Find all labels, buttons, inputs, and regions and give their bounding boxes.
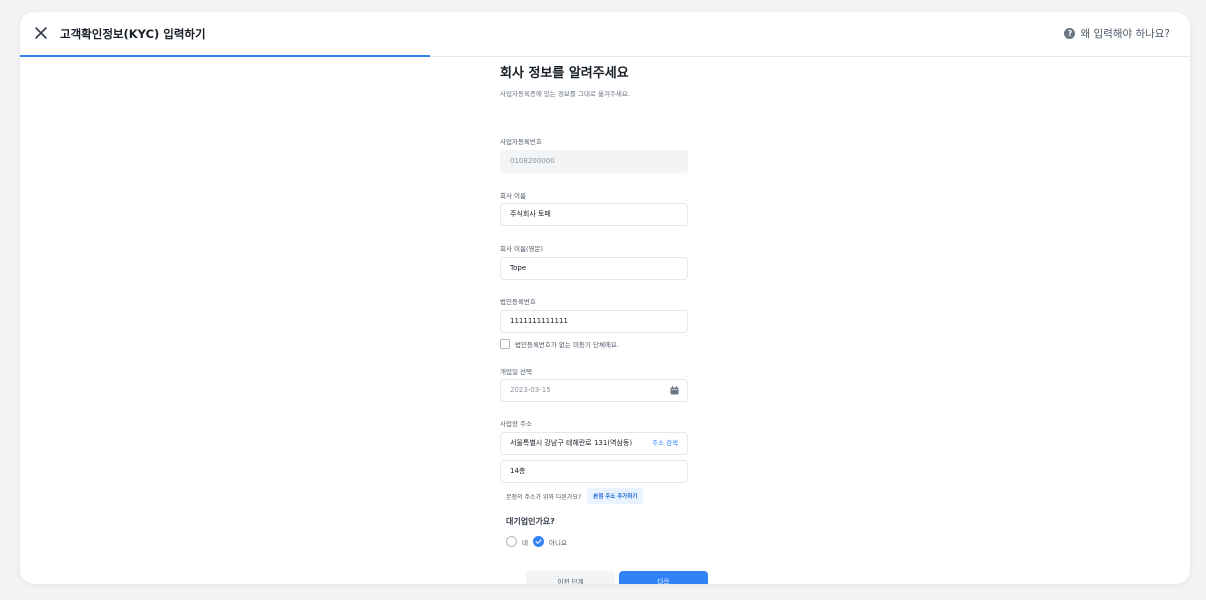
hq-question: 본점의 주소가 위와 다른가요?: [506, 493, 582, 501]
kyc-window: 고객확인정보(KYC) 입력하기 ? 왜 입력해야 하나요? 회사 정보를 알려…: [20, 12, 1190, 584]
progress-bar: [20, 55, 1190, 57]
large-company-options: 네 아니요: [506, 536, 567, 547]
no-corp-number-checkbox[interactable]: [500, 339, 510, 349]
radio-no[interactable]: [532, 536, 544, 547]
radio-no-label[interactable]: 아니요: [549, 537, 567, 547]
open-date-label: 개업일 선택: [500, 368, 532, 376]
help-link[interactable]: ? 왜 입력해야 하나요?: [1064, 26, 1170, 41]
progress-fill: [20, 55, 430, 57]
header-title: 고객확인정보(KYC) 입력하기: [60, 27, 206, 41]
hq-address-row: 본점의 주소가 위와 다른가요? 본점 주소 추가하기: [506, 488, 644, 504]
address-field[interactable]: 서울특별시 강남구 테헤란로 131(역삼동) 주소 검색: [500, 432, 688, 455]
company-name-en-field[interactable]: Tope: [500, 257, 688, 280]
business-number-field: 0108200000: [500, 150, 688, 173]
prev-step-button[interactable]: 이전 단계: [526, 571, 615, 584]
question-icon: ?: [1064, 28, 1076, 39]
company-name-field[interactable]: 주식회사 토페: [500, 203, 688, 226]
address-label: 사업장 주소: [500, 420, 532, 428]
no-corp-number-row[interactable]: 법인등록번호가 없는 미등기 단체에요.: [500, 339, 619, 349]
header: 고객확인정보(KYC) 입력하기 ? 왜 입력해야 하나요?: [20, 12, 1190, 57]
radio-yes[interactable]: [506, 536, 517, 547]
page-subtitle: 사업자등록증에 있는 정보를 그대로 옮겨주세요.: [500, 90, 630, 98]
company-name-label: 회사 이름: [500, 192, 526, 200]
large-company-question: 대기업인가요?: [506, 517, 555, 526]
radio-yes-label[interactable]: 네: [522, 537, 528, 547]
address-search-button[interactable]: 주소 검색: [652, 433, 678, 454]
add-hq-address-button[interactable]: 본점 주소 추가하기: [587, 488, 644, 504]
business-number-label: 사업자등록번호: [500, 138, 542, 146]
calendar-icon[interactable]: [670, 386, 679, 395]
address-detail-field[interactable]: 14층: [500, 460, 688, 483]
next-button[interactable]: 다음: [619, 571, 708, 584]
page-title: 회사 정보를 알려주세요: [500, 66, 629, 81]
no-corp-number-label: 법인등록번호가 없는 미등기 단체에요.: [515, 341, 619, 349]
close-icon: [35, 27, 47, 39]
open-date-value: 2023-03-15: [510, 386, 551, 394]
check-icon: [535, 539, 542, 544]
open-date-field[interactable]: 2023-03-15: [500, 379, 688, 402]
address-value: 서울특별시 강남구 테헤란로 131(역삼동): [510, 439, 633, 447]
corp-number-label: 법인등록번호: [500, 298, 536, 306]
help-label: 왜 입력해야 하나요?: [1080, 28, 1170, 40]
company-name-en-label: 회사 이름(영문): [500, 245, 544, 253]
close-button[interactable]: [32, 24, 50, 42]
corp-number-field[interactable]: 1111111111111: [500, 310, 688, 333]
